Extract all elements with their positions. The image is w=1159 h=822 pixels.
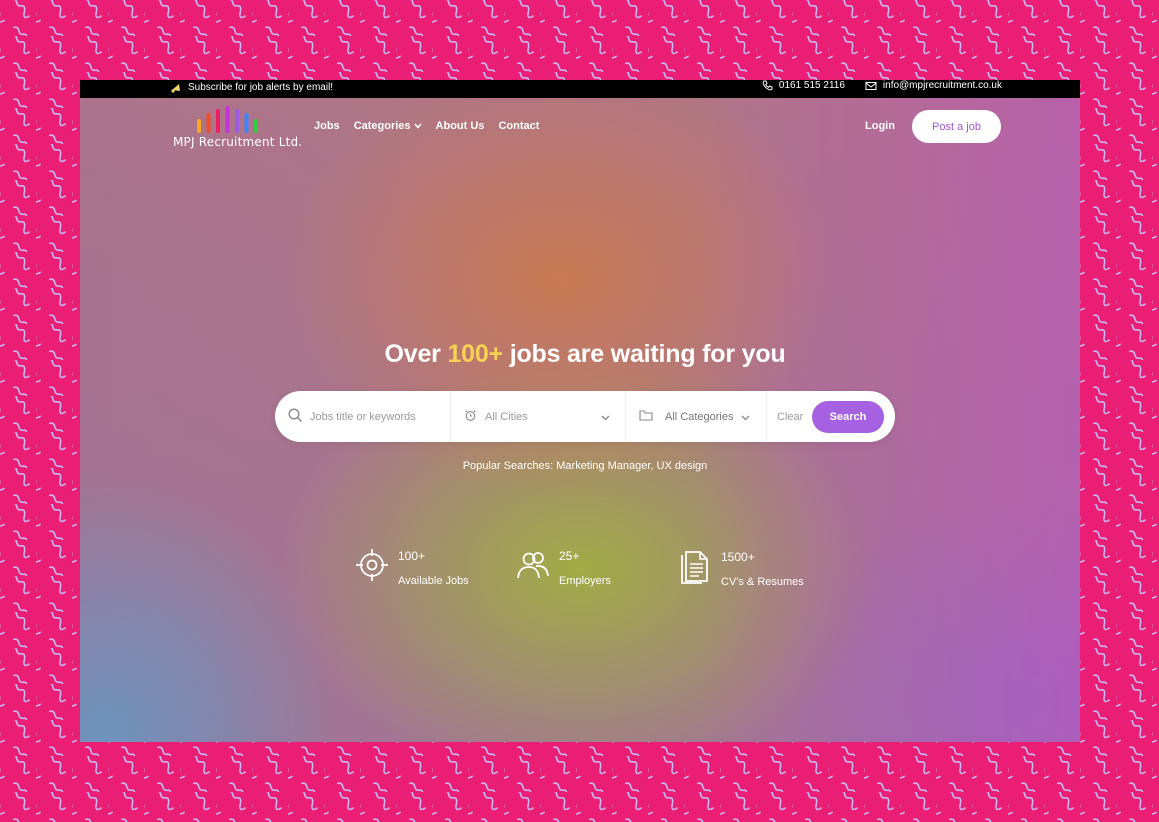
keyword-search-field[interactable]: Jobs title or keywords <box>275 391 450 442</box>
popular-searches-label: Popular Searches: <box>462 460 554 472</box>
phone-icon <box>762 80 773 91</box>
logo-bar <box>254 119 258 133</box>
nav-about-label: About Us <box>435 120 485 132</box>
brand-name: MPJ Recruitment Ltd. <box>173 135 303 149</box>
chevron-down-icon <box>601 412 610 424</box>
chevron-down-icon <box>413 120 422 132</box>
nav-categories-label: Categories <box>353 120 411 132</box>
nav-jobs[interactable]: Jobs <box>314 120 340 132</box>
popular-searches: Popular Searches: Marketing Manager, UX … <box>80 460 1080 472</box>
keyword-input-placeholder: Jobs title or keywords <box>310 410 416 423</box>
email-contact[interactable]: info@mpjrecruitment.co.uk <box>865 80 1002 91</box>
logo-bar <box>225 106 230 133</box>
popular-search-ux-design[interactable]: UX design <box>657 460 708 472</box>
popular-search-marketing-manager[interactable]: Marketing Manager, <box>556 460 653 472</box>
main-nav: Jobs Categories About Us Contact <box>314 120 539 132</box>
brand-logo[interactable]: MPJ Recruitment Ltd. <box>173 105 303 151</box>
logo-bar <box>235 109 239 133</box>
category-select-value: All Categories <box>665 410 734 423</box>
logo-bar <box>244 113 249 133</box>
document-icon <box>678 548 712 589</box>
stat-label: Available Jobs <box>398 574 469 587</box>
alarm-clock-icon <box>464 409 477 425</box>
stat-employers: 25+ Employers <box>516 548 611 587</box>
nav-contact[interactable]: Contact <box>498 120 539 132</box>
city-select[interactable]: All Cities <box>450 391 625 442</box>
logo-bar <box>206 113 211 133</box>
search-button[interactable]: Search <box>812 401 884 433</box>
nav-categories[interactable]: Categories <box>354 120 422 132</box>
nav-contact-label: Contact <box>498 120 540 132</box>
stat-value: 100+ <box>398 548 426 563</box>
stat-label: CV's & Resumes <box>721 575 804 588</box>
stat-label: Employers <box>559 574 611 587</box>
job-search-bar: Jobs title or keywords All Cities All Ca… <box>275 391 895 442</box>
phone-contact[interactable]: 0161 515 2116 <box>762 80 845 91</box>
email-address: info@mpjrecruitment.co.uk <box>882 80 1002 91</box>
search-icon <box>288 407 303 426</box>
category-select[interactable]: All Categories <box>625 391 766 442</box>
hero-title: Over 100+ jobs are waiting for you <box>80 340 1080 369</box>
chevron-down-icon <box>741 412 750 424</box>
logo-bar <box>216 109 220 133</box>
logo-bars-graphic <box>197 106 258 133</box>
website-screenshot-frame: Subscribe for job alerts by email! 0161 … <box>80 80 1080 742</box>
stat-value: 1500+ <box>721 549 755 564</box>
stat-value: 25+ <box>559 548 580 563</box>
subscribe-link[interactable]: Subscribe for job alerts by email! <box>170 82 333 93</box>
bell-icon <box>170 82 182 93</box>
post-job-button[interactable]: Post a job <box>912 110 1001 143</box>
hero-title-prefix: Over <box>384 340 448 368</box>
logo-bar <box>197 119 201 133</box>
top-bar: Subscribe for job alerts by email! 0161 … <box>80 80 1080 98</box>
phone-number: 0161 515 2116 <box>778 80 845 91</box>
stat-available-jobs: 100+ Available Jobs <box>355 548 469 587</box>
users-icon <box>516 548 550 587</box>
mail-icon <box>865 81 877 91</box>
folder-icon <box>639 409 653 424</box>
hero-title-highlight: 100+ <box>447 340 503 368</box>
login-link[interactable]: Login <box>865 120 895 132</box>
clear-button[interactable]: Clear <box>766 391 812 442</box>
hero-title-suffix: jobs are waiting for you <box>502 340 786 368</box>
nav-jobs-label: Jobs <box>314 120 340 132</box>
subscribe-text: Subscribe for job alerts by email! <box>188 82 334 93</box>
nav-about-us[interactable]: About Us <box>436 120 485 132</box>
target-icon <box>355 548 389 587</box>
city-select-value: All Cities <box>485 410 528 423</box>
stat-resumes: 1500+ CV's & Resumes <box>678 548 804 589</box>
